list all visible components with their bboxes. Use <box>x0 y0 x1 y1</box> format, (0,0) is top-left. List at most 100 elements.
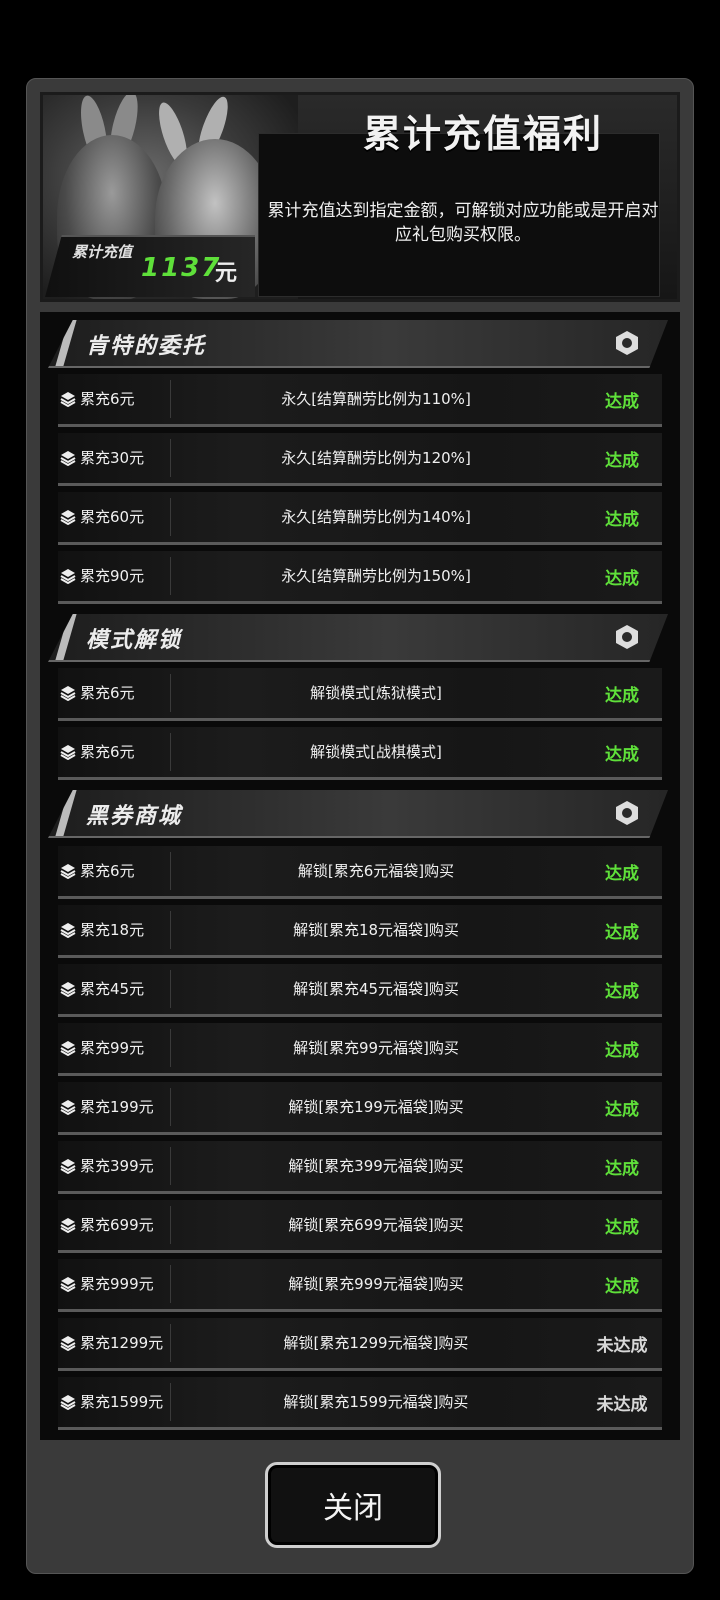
layers-icon <box>60 745 76 760</box>
total-recharge-unit: 元 <box>215 261 238 286</box>
reward-text: 解锁[累充199元福袋]购买 <box>288 1098 464 1116</box>
reward-row: 累充90元 永久[结算酬劳比例为150%] 达成 <box>58 551 662 604</box>
layers-icon <box>60 1159 76 1174</box>
reward-text: 解锁[累充699元福袋]购买 <box>288 1216 464 1234</box>
row-divider <box>170 1088 171 1126</box>
reward-text: 永久[结算酬劳比例为110%] <box>281 390 471 408</box>
section-header: 模式解锁 <box>48 614 668 662</box>
row-divider <box>170 439 171 477</box>
requirement-text: 累充90元 <box>80 567 145 585</box>
reward-text: 解锁[累充1599元福袋]购买 <box>283 1393 469 1411</box>
banner-description: 累计充值达到指定金额，可解锁对应功能或是开启对应礼包购买权限。 <box>267 201 659 245</box>
status-achieved: 达成 <box>605 392 639 412</box>
requirement-text: 累充999元 <box>80 1275 154 1293</box>
row-divider <box>170 1147 171 1185</box>
reward-row: 累充399元 解锁[累充399元福袋]购买 达成 <box>58 1141 662 1194</box>
requirement-text: 累充1599元 <box>80 1393 164 1411</box>
close-button[interactable]: 关闭 <box>265 1462 441 1548</box>
layers-icon <box>60 510 76 525</box>
reward-row: 累充1299元 解锁[累充1299元福袋]购买 未达成 <box>58 1318 662 1371</box>
row-divider <box>170 674 171 712</box>
layers-icon <box>60 1277 76 1292</box>
status-achieved: 达成 <box>605 569 639 589</box>
layers-icon <box>60 1100 76 1115</box>
requirement-text: 累充6元 <box>80 684 135 702</box>
section-title: 肯特的委托 <box>86 334 207 359</box>
row-divider <box>170 1029 171 1067</box>
layers-icon <box>60 1395 76 1410</box>
requirement-text: 累充6元 <box>80 862 135 880</box>
section-title: 模式解锁 <box>86 628 183 653</box>
total-recharge-badge: 累计充值 1137 元 <box>45 235 255 297</box>
requirement-text: 累充18元 <box>80 921 145 939</box>
status-achieved: 达成 <box>605 451 639 471</box>
reward-row: 累充30元 永久[结算酬劳比例为120%] 达成 <box>58 433 662 486</box>
layers-icon <box>60 1218 76 1233</box>
section-title: 黑券商城 <box>86 804 183 829</box>
row-divider <box>170 852 171 890</box>
hexagon-icon[interactable] <box>616 801 638 825</box>
section-header: 黑券商城 <box>48 790 668 838</box>
status-achieved: 达成 <box>605 864 639 884</box>
status-achieved: 达成 <box>605 1159 639 1179</box>
reward-row: 累充199元 解锁[累充199元福袋]购买 达成 <box>58 1082 662 1135</box>
hexagon-icon[interactable] <box>616 331 638 355</box>
row-divider <box>170 733 171 771</box>
status-not-achieved: 未达成 <box>596 1395 648 1415</box>
section-stripe <box>55 320 77 366</box>
layers-icon <box>60 392 76 407</box>
status-achieved: 达成 <box>605 510 639 530</box>
reward-row: 累充18元 解锁[累充18元福袋]购买 达成 <box>58 905 662 958</box>
reward-text: 永久[结算酬劳比例为120%] <box>281 449 471 467</box>
row-divider <box>170 498 171 536</box>
requirement-text: 累充699元 <box>80 1216 154 1234</box>
status-achieved: 达成 <box>605 1041 639 1061</box>
status-achieved: 达成 <box>605 1100 639 1120</box>
reward-text: 永久[结算酬劳比例为150%] <box>281 567 471 585</box>
requirement-text: 累充45元 <box>80 980 145 998</box>
status-achieved: 达成 <box>605 923 639 943</box>
status-achieved: 达成 <box>605 982 639 1002</box>
layers-icon <box>60 1041 76 1056</box>
row-divider <box>170 1324 171 1362</box>
section-header: 肯特的委托 <box>48 320 668 368</box>
layers-icon <box>60 1336 76 1351</box>
requirement-text: 累充30元 <box>80 449 145 467</box>
row-divider <box>170 380 171 418</box>
layers-icon <box>60 864 76 879</box>
status-achieved: 达成 <box>605 1218 639 1238</box>
status-achieved: 达成 <box>605 686 639 706</box>
status-achieved: 达成 <box>605 745 639 765</box>
hexagon-icon[interactable] <box>616 625 638 649</box>
reward-text: 解锁[累充6元福袋]购买 <box>297 862 455 880</box>
requirement-text: 累充199元 <box>80 1098 154 1116</box>
row-divider <box>170 557 171 595</box>
row-divider <box>170 1265 171 1303</box>
reward-row: 累充6元 解锁模式[炼狱模式] 达成 <box>58 668 662 721</box>
requirement-text: 累充99元 <box>80 1039 145 1057</box>
section-stripe <box>55 790 77 836</box>
requirement-text: 累充6元 <box>80 743 135 761</box>
reward-row: 累充999元 解锁[累充999元福袋]购买 达成 <box>58 1259 662 1312</box>
reward-list[interactable]: 肯特的委托 累充6元 永久[结算酬劳比例为110%] 达成 累充30元 永久[结… <box>40 312 680 1440</box>
reward-text: 永久[结算酬劳比例为140%] <box>281 508 471 526</box>
reward-text: 解锁模式[炼狱模式] <box>310 684 442 702</box>
layers-icon <box>60 686 76 701</box>
layers-icon <box>60 569 76 584</box>
reward-text: 解锁[累充1299元福袋]购买 <box>283 1334 469 1352</box>
reward-row: 累充1599元 解锁[累充1599元福袋]购买 未达成 <box>58 1377 662 1430</box>
requirement-text: 累充60元 <box>80 508 145 526</box>
row-divider <box>170 911 171 949</box>
requirement-text: 累充399元 <box>80 1157 154 1175</box>
layers-icon <box>60 982 76 997</box>
row-divider <box>170 1383 171 1421</box>
requirement-text: 累充1299元 <box>80 1334 164 1352</box>
reward-text: 解锁[累充45元福袋]购买 <box>293 980 459 998</box>
page-title: 累计充值福利 <box>362 112 603 156</box>
reward-row: 累充99元 解锁[累充99元福袋]购买 达成 <box>58 1023 662 1076</box>
row-divider <box>170 970 171 1008</box>
reward-text: 解锁[累充99元福袋]购买 <box>293 1039 459 1057</box>
reward-text: 解锁[累充18元福袋]购买 <box>293 921 459 939</box>
total-recharge-value: 1137 <box>141 253 222 283</box>
requirement-text: 累充6元 <box>80 390 135 408</box>
